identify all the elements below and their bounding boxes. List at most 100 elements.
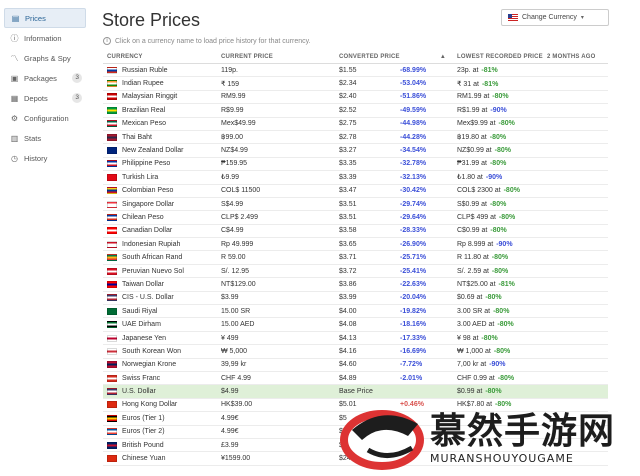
currency-cell[interactable]: Swiss Franc (103, 374, 221, 382)
col-currency[interactable]: CURRENCY (103, 54, 221, 60)
table-row: Brazilian Real R$9.99 $2.52 -49.59% R$1.99 a… (103, 104, 608, 118)
lowest-price-percent: -80% (493, 307, 510, 315)
currency-cell[interactable]: Japanese Yen (103, 334, 221, 342)
currency-name-link[interactable]: Brazilian Real (122, 107, 165, 114)
currency-name-link[interactable]: CIS - U.S. Dollar (122, 294, 174, 301)
currency-cell[interactable]: British Pound (103, 441, 221, 449)
currency-name-link[interactable]: Saudi Riyal (122, 308, 157, 315)
currency-cell[interactable]: Philippine Peso (103, 160, 221, 168)
currency-name-link[interactable]: New Zealand Dollar (122, 147, 183, 154)
currency-cell[interactable]: New Zealand Dollar (103, 147, 221, 155)
currency-cell[interactable]: Hong Kong Dollar (103, 401, 221, 409)
currency-name-link[interactable]: Taiwan Dollar (122, 281, 164, 288)
currency-cell[interactable]: Euros (Tier 1) (103, 414, 221, 422)
currency-name-link[interactable]: Russian Ruble (122, 67, 168, 74)
currency-cell[interactable]: Norwegian Krone (103, 361, 221, 369)
table-row: Peruvian Nuevo Sol S/. 12.95 $3.72 -25.41% S… (103, 265, 608, 279)
country-flag-icon (107, 455, 117, 463)
sidebar-item-label: Information (24, 33, 62, 43)
converted-price-cell: $4.00 (339, 307, 357, 315)
lowest-price-cell: RM1.99 at -80% (457, 93, 547, 100)
currency-name-link[interactable]: Norwegian Krone (122, 361, 176, 368)
sidebar-item-graphs-spy[interactable]: 〽 Graphs & Spy (4, 48, 86, 68)
currency-name-link[interactable]: Swiss Franc (122, 375, 160, 382)
currency-name-link[interactable]: Hong Kong Dollar (122, 401, 177, 408)
col-current-price[interactable]: CURRENT PRICE (221, 54, 339, 60)
country-flag-icon (107, 187, 117, 195)
sidebar-item-history[interactable]: ◷ History (4, 148, 86, 168)
currency-name-link[interactable]: Euros (Tier 2) (122, 428, 165, 435)
table-row: CIS - U.S. Dollar $3.99 $3.99 -20.04% $0.69 … (103, 292, 608, 306)
currency-cell[interactable]: Colombian Peso (103, 187, 221, 195)
difference-cell: -20.04% (400, 294, 427, 302)
currency-name-link[interactable]: Peruvian Nuevo Sol (122, 268, 184, 275)
currency-name-link[interactable]: South African Rand (122, 254, 182, 261)
converted-price-cell: $4.89 (339, 374, 357, 382)
currency-name-link[interactable]: Chilean Peso (122, 214, 164, 221)
sidebar-item-information[interactable]: ⓘ Information (4, 28, 86, 48)
currency-cell[interactable]: South Korean Won (103, 347, 221, 355)
currency-cell[interactable]: Chinese Yuan (103, 455, 221, 463)
count-badge: 3 (72, 73, 82, 83)
currency-name-link[interactable]: U.S. Dollar (122, 388, 156, 395)
currency-name-link[interactable]: Euros (Tier 1) (122, 415, 165, 422)
current-price-cell: R$9.99 (221, 106, 244, 114)
currency-name-link[interactable]: Mexican Peso (122, 120, 166, 127)
currency-name-link[interactable]: Philippine Peso (122, 160, 170, 167)
col-2-months-ago[interactable]: 2 MONTHS AGO (547, 54, 608, 60)
currency-name-link[interactable]: Turkish Lira (122, 174, 158, 181)
currency-name-link[interactable]: Singapore Dollar (122, 201, 174, 208)
subtitle-text: Click on a currency name to load price h… (115, 37, 311, 45)
sidebar-item-depots[interactable]: ▦ Depots 3 (4, 88, 86, 108)
sidebar-item-configuration[interactable]: ⚙ Configuration (4, 108, 86, 128)
lowest-price-cell: Mex$9.99 at -80% (457, 120, 547, 127)
currency-name-link[interactable]: Japanese Yen (122, 335, 166, 342)
col-converted-price[interactable]: CONVERTED PRICE (339, 54, 400, 60)
currency-cell[interactable]: Saudi Riyal (103, 307, 221, 315)
watermark: 慕然手游网 MURANSHOUYOUGAME (338, 400, 638, 474)
currency-cell[interactable]: Taiwan Dollar (103, 280, 221, 288)
currency-cell[interactable]: Peruvian Nuevo Sol (103, 267, 221, 275)
depot-icon: ▦ (10, 93, 19, 103)
lowest-price-value: R$1.99 at (457, 106, 488, 114)
currency-cell[interactable]: Mexican Peso (103, 120, 221, 128)
currency-cell[interactable]: South African Rand (103, 254, 221, 262)
currency-name-link[interactable]: Indian Rupee (122, 80, 164, 87)
currency-cell[interactable]: Thai Baht (103, 133, 221, 141)
converted-price-cell: $1.55 (339, 66, 357, 74)
currency-name-link[interactable]: Colombian Peso (122, 187, 173, 194)
currency-cell[interactable]: Russian Ruble (103, 66, 221, 74)
currency-cell[interactable]: U.S. Dollar (103, 388, 221, 396)
currency-cell[interactable]: UAE Dirham (103, 321, 221, 329)
sidebar-item-prices[interactable]: ▤ Prices (4, 8, 86, 28)
currency-cell[interactable]: Chilean Peso (103, 213, 221, 221)
currency-name-link[interactable]: UAE Dirham (122, 321, 161, 328)
col-lowest-price[interactable]: LOWEST RECORDED PRICE (457, 54, 547, 60)
currency-cell[interactable]: Indian Rupee (103, 80, 221, 88)
change-currency-button[interactable]: Change Currency ▾ (501, 9, 609, 26)
currency-cell[interactable]: Canadian Dollar (103, 227, 221, 235)
sidebar-item-stats[interactable]: ▥ Stats (4, 128, 86, 148)
lowest-price-value: Mex$9.99 at (457, 120, 496, 128)
currency-cell[interactable]: Malaysian Ringgit (103, 93, 221, 101)
currency-name-link[interactable]: British Pound (122, 442, 164, 449)
currency-cell[interactable]: Indonesian Rupiah (103, 240, 221, 248)
currency-cell[interactable]: Singapore Dollar (103, 200, 221, 208)
currency-cell[interactable]: Brazilian Real (103, 106, 221, 114)
current-price-cell: CLP$ 2.499 (221, 213, 258, 221)
currency-name-link[interactable]: Malaysian Ringgit (122, 93, 177, 100)
currency-name-link[interactable]: Indonesian Rupiah (122, 241, 180, 248)
currency-cell[interactable]: CIS - U.S. Dollar (103, 294, 221, 302)
sidebar-item-packages[interactable]: ▣ Packages 3 (4, 68, 86, 88)
watermark-subtext: MURANSHOUYOUGAME (430, 452, 574, 465)
country-flag-icon (107, 93, 117, 101)
col-difference[interactable]: ▲ (400, 54, 457, 60)
currency-name-link[interactable]: Chinese Yuan (122, 455, 165, 462)
currency-name-link[interactable]: Thai Baht (122, 134, 152, 141)
table-row: Russian Ruble 119p. $1.55 -68.99% 23p. at -81… (103, 64, 608, 78)
currency-name-link[interactable]: South Korean Won (122, 348, 181, 355)
lowest-price-value: ₺1.80 at (457, 174, 483, 182)
currency-cell[interactable]: Turkish Lira (103, 173, 221, 181)
currency-name-link[interactable]: Canadian Dollar (122, 227, 172, 234)
currency-cell[interactable]: Euros (Tier 2) (103, 428, 221, 436)
